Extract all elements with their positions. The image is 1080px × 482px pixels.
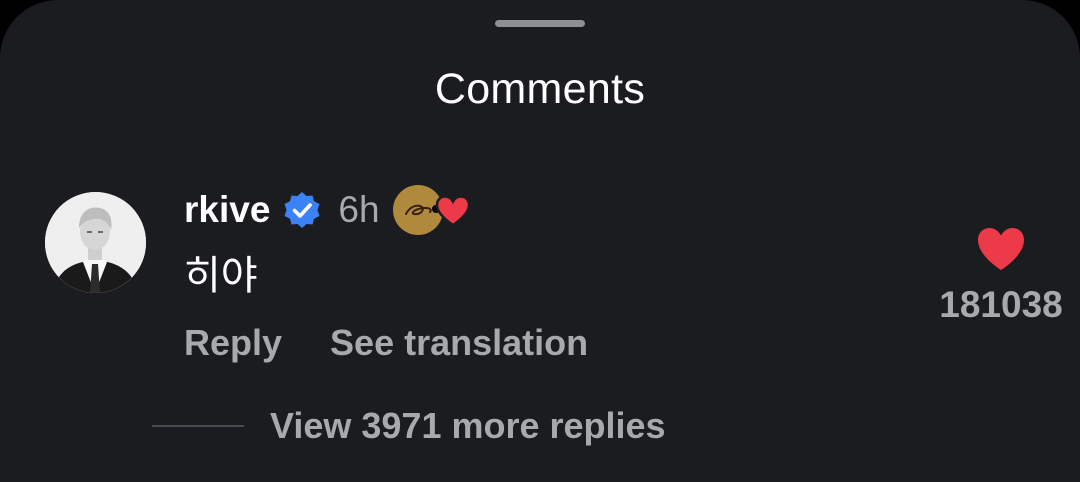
comment-actions: Reply See translation [184, 318, 588, 368]
comment-header: rkive 6h [184, 184, 472, 236]
sheet-drag-handle[interactable] [495, 20, 585, 27]
like-control: 181038 [930, 226, 1072, 330]
like-count: 181038 [939, 284, 1063, 325]
page-title: Comments [434, 65, 646, 113]
comment-timestamp: 6h [338, 189, 380, 230]
reply-button[interactable]: Reply [184, 318, 282, 368]
see-translation-button[interactable]: See translation [330, 318, 588, 368]
comment-text: 히야 [184, 254, 258, 298]
creator-liked-heart-icon [392, 184, 472, 236]
avatar-photo [45, 192, 146, 293]
comments-sheet: Comments rkive 6h 히야 Reply See translati… [0, 0, 1080, 482]
view-replies-button[interactable]: View 3971 more replies [270, 400, 666, 452]
verified-badge-icon [282, 190, 322, 230]
view-replies[interactable]: View 3971 more replies [152, 400, 666, 452]
heart-icon[interactable] [976, 226, 1026, 272]
avatar[interactable] [45, 192, 146, 293]
replies-divider [152, 425, 244, 427]
username[interactable]: rkive [184, 184, 270, 236]
